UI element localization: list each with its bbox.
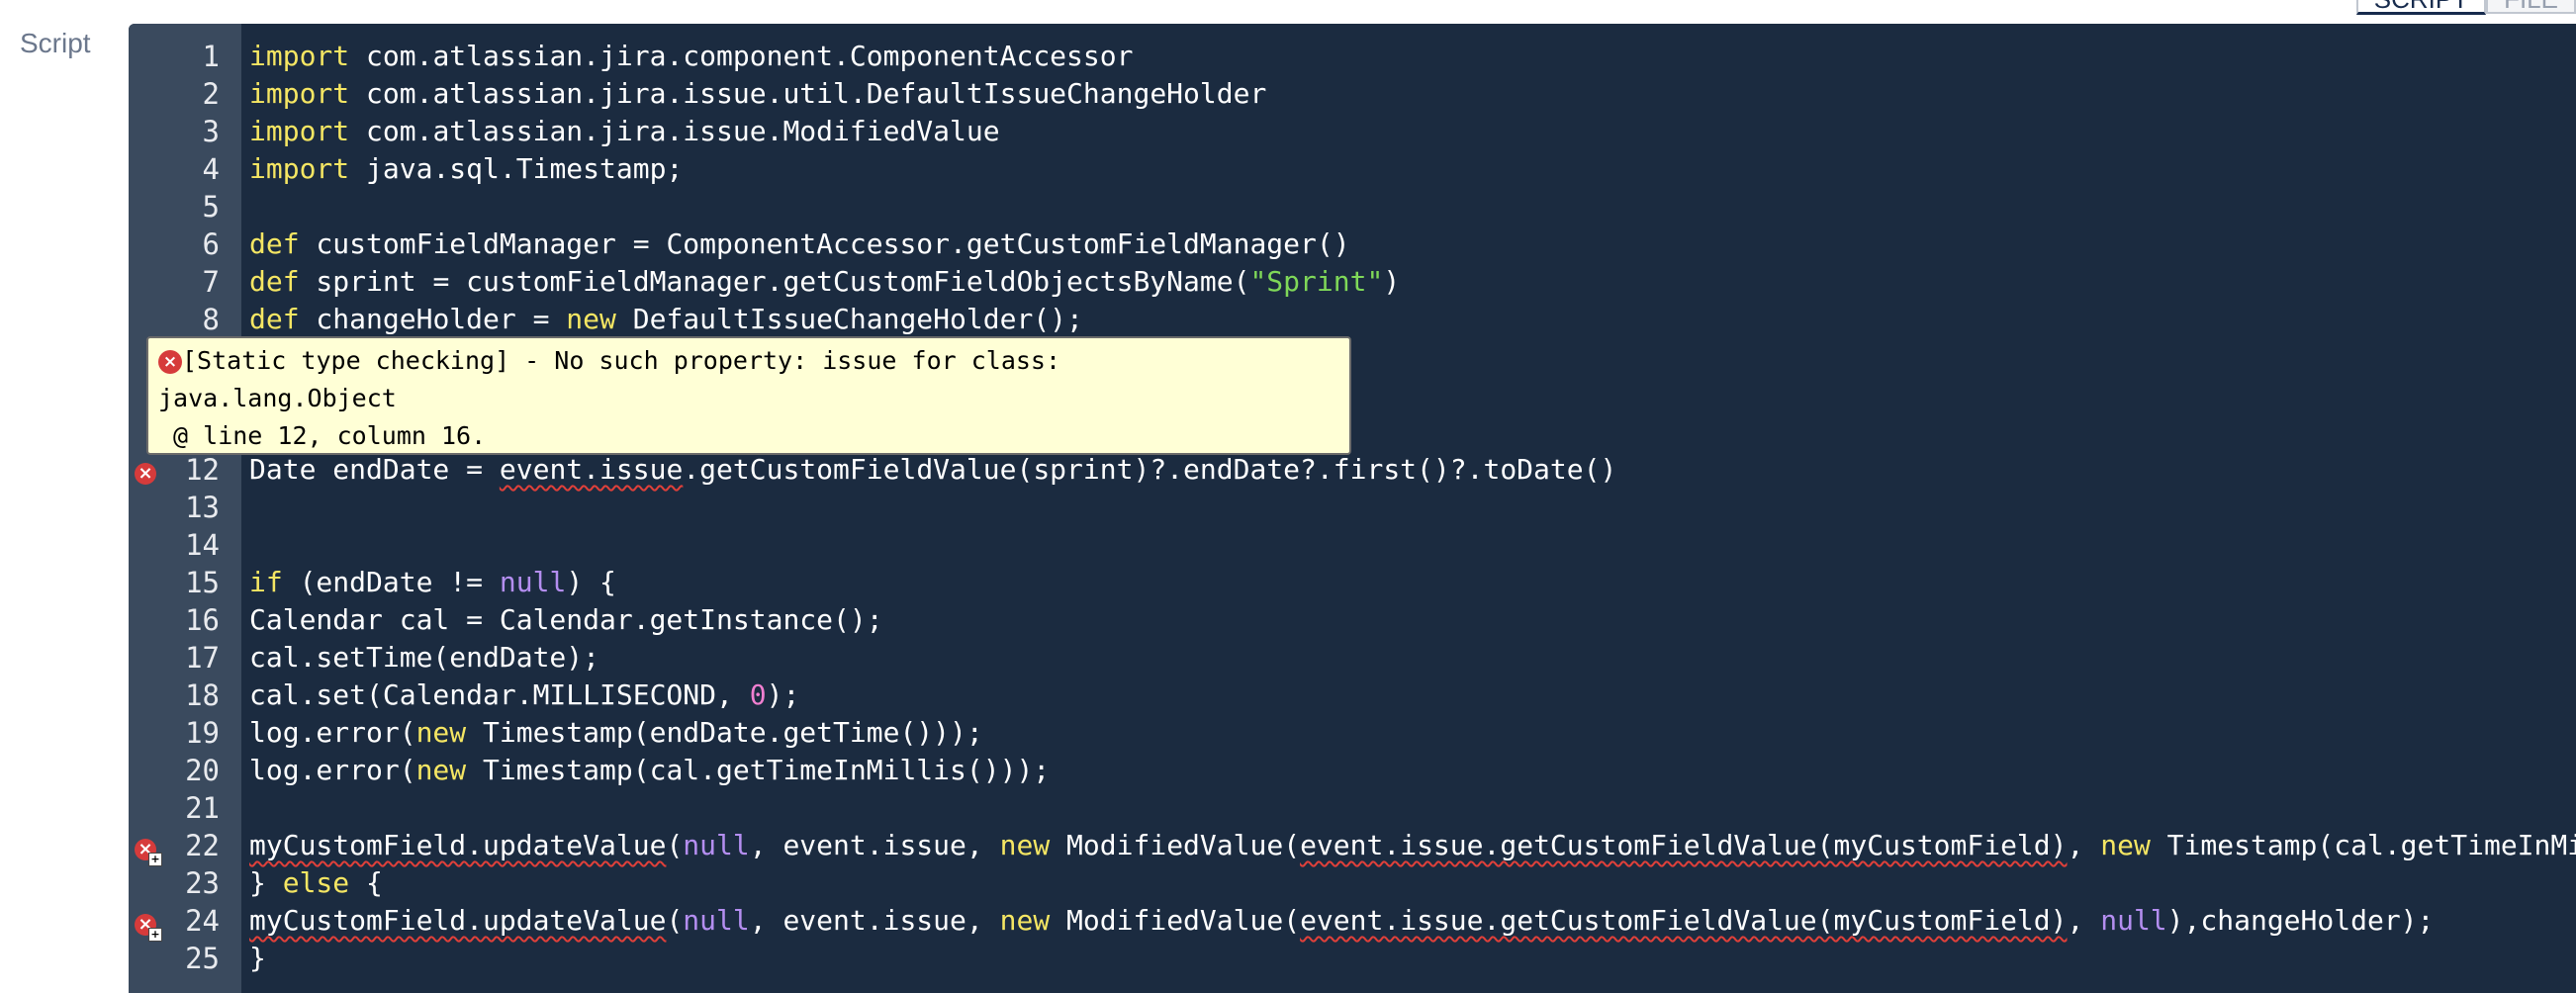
code-line[interactable]: import com.atlassian.jira.issue.util.Def… [249,75,1266,113]
code-line[interactable]: } [249,940,266,977]
line-number: 13 [185,491,220,524]
code-line[interactable]: log.error(new Timestamp(endDate.getTime(… [249,714,983,752]
line-number: 5 [202,190,220,224]
script-editor-page: Script SCRIPT FILE 1 2 3 4 5 6 7 8 9 × 1… [0,0,2576,993]
tab-script[interactable]: SCRIPT [2355,0,2487,15]
code-line[interactable]: import com.atlassian.jira.component.Comp… [249,38,1133,75]
code-line[interactable]: log.error(new Timestamp(cal.getTimeInMil… [249,752,1050,789]
tooltip-location: @ line 12, column 16. [158,421,487,450]
line-number: 14 [185,528,220,562]
code-line[interactable]: myCustomField.updateValue(null, event.is… [249,902,2434,940]
tooltip-message: [Static type checking] - No such propert… [182,346,1061,375]
line-number: 17 [185,641,220,675]
code-line[interactable]: Calendar cal = Calendar.getInstance(); [249,601,883,639]
line-number: 22 [185,829,220,862]
code-line[interactable]: def customFieldManager = ComponentAccess… [249,226,1350,263]
line-number: 4 [202,152,220,186]
error-tooltip: × [Static type checking] - No such proper… [146,336,1351,455]
line-number: 7 [202,265,220,299]
line-number: 25 [185,942,220,975]
tooltip-class: java.lang.Object [158,384,397,412]
code-line[interactable]: cal.setTime(endDate); [249,639,599,677]
line-number: 15 [185,566,220,599]
code-line[interactable]: cal.set(Calendar.MILLISECOND, 0); [249,677,799,714]
line-number: 20 [185,754,220,787]
script-field-label: Script [20,28,91,58]
code-line[interactable]: import com.atlassian.jira.issue.Modified… [249,113,1000,150]
line-number: 1 [202,40,220,73]
line-number: 19 [185,716,220,750]
line-number: 24 [185,904,220,938]
line-number: 2 [202,77,220,111]
line-number: 12 [185,453,220,487]
line-number: 8 [202,303,220,336]
code-line[interactable]: if (endDate != null) { [249,564,616,601]
line-number: 3 [202,115,220,148]
error-icon: × [158,350,182,374]
line-number-gutter: 1 2 3 4 5 6 7 8 9 × 12 13 14 15 16 17 18… [129,24,241,993]
line-number: 21 [185,791,220,825]
code-line[interactable]: def changeHolder = new DefaultIssueChang… [249,301,1083,338]
editor-tabs: SCRIPT FILE [2355,0,2576,15]
code-line[interactable]: import java.sql.Timestamp; [249,150,683,188]
tab-file[interactable]: FILE [2486,0,2576,14]
line-number: 23 [185,866,220,900]
code-line[interactable]: myCustomField.updateValue(null, event.is… [249,827,2576,864]
line-number: 18 [185,678,220,712]
line-number: 6 [202,227,220,261]
code-editor[interactable]: 1 2 3 4 5 6 7 8 9 × 12 13 14 15 16 17 18… [129,24,2576,993]
code-line[interactable]: Date endDate = event.issue.getCustomFiel… [249,451,1616,489]
code-line[interactable]: } else { [249,864,383,902]
line-number: 16 [185,603,220,637]
code-line[interactable]: def sprint = customFieldManager.getCusto… [249,263,1400,301]
